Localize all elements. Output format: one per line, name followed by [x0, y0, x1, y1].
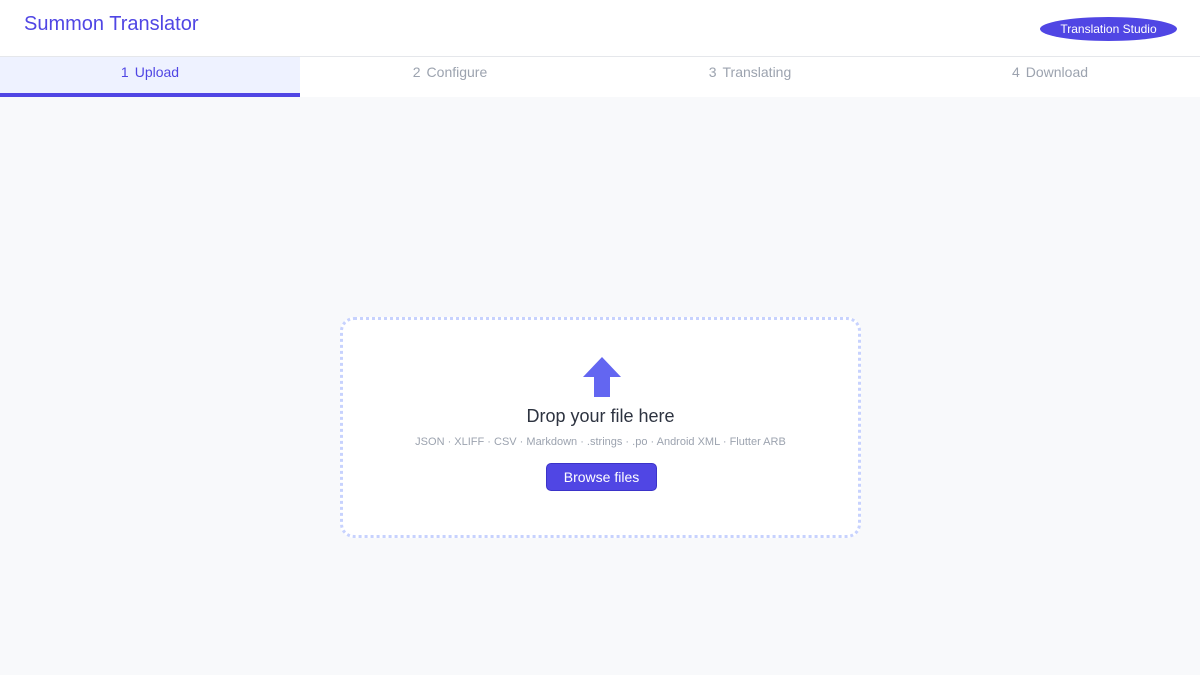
- step-translating[interactable]: 3 Translating: [600, 57, 900, 97]
- step-label: Download: [1025, 64, 1089, 80]
- supported-formats: JSON · XLIFF · CSV · Markdown · .strings…: [415, 436, 786, 448]
- studio-badge: Translation Studio: [1040, 17, 1177, 41]
- step-upload[interactable]: 1 Upload: [0, 57, 300, 97]
- step-configure[interactable]: 2 Configure: [300, 57, 600, 97]
- step-number: 4: [1011, 64, 1020, 80]
- file-dropzone[interactable]: Drop your file here JSON · XLIFF · CSV ·…: [340, 317, 861, 538]
- step-label: Configure: [426, 64, 488, 80]
- app-header: Summon Translator Translation Studio: [0, 0, 1200, 57]
- dropzone-title: Drop your file here: [526, 406, 675, 426]
- step-label: Translating: [722, 64, 792, 80]
- step-download[interactable]: 4 Download: [900, 57, 1200, 97]
- step-tabs: 1 Upload 2 Configure 3 Translating 4 Downloa…: [0, 57, 1200, 97]
- upload-arrow-icon: [583, 357, 621, 397]
- app-title: Summon Translator: [24, 13, 199, 35]
- step-number: 1: [120, 64, 129, 80]
- step-number: 2: [412, 64, 421, 80]
- step-label: Upload: [134, 64, 180, 80]
- browse-files-button[interactable]: Browse files: [546, 463, 657, 491]
- step-number: 3: [708, 64, 717, 80]
